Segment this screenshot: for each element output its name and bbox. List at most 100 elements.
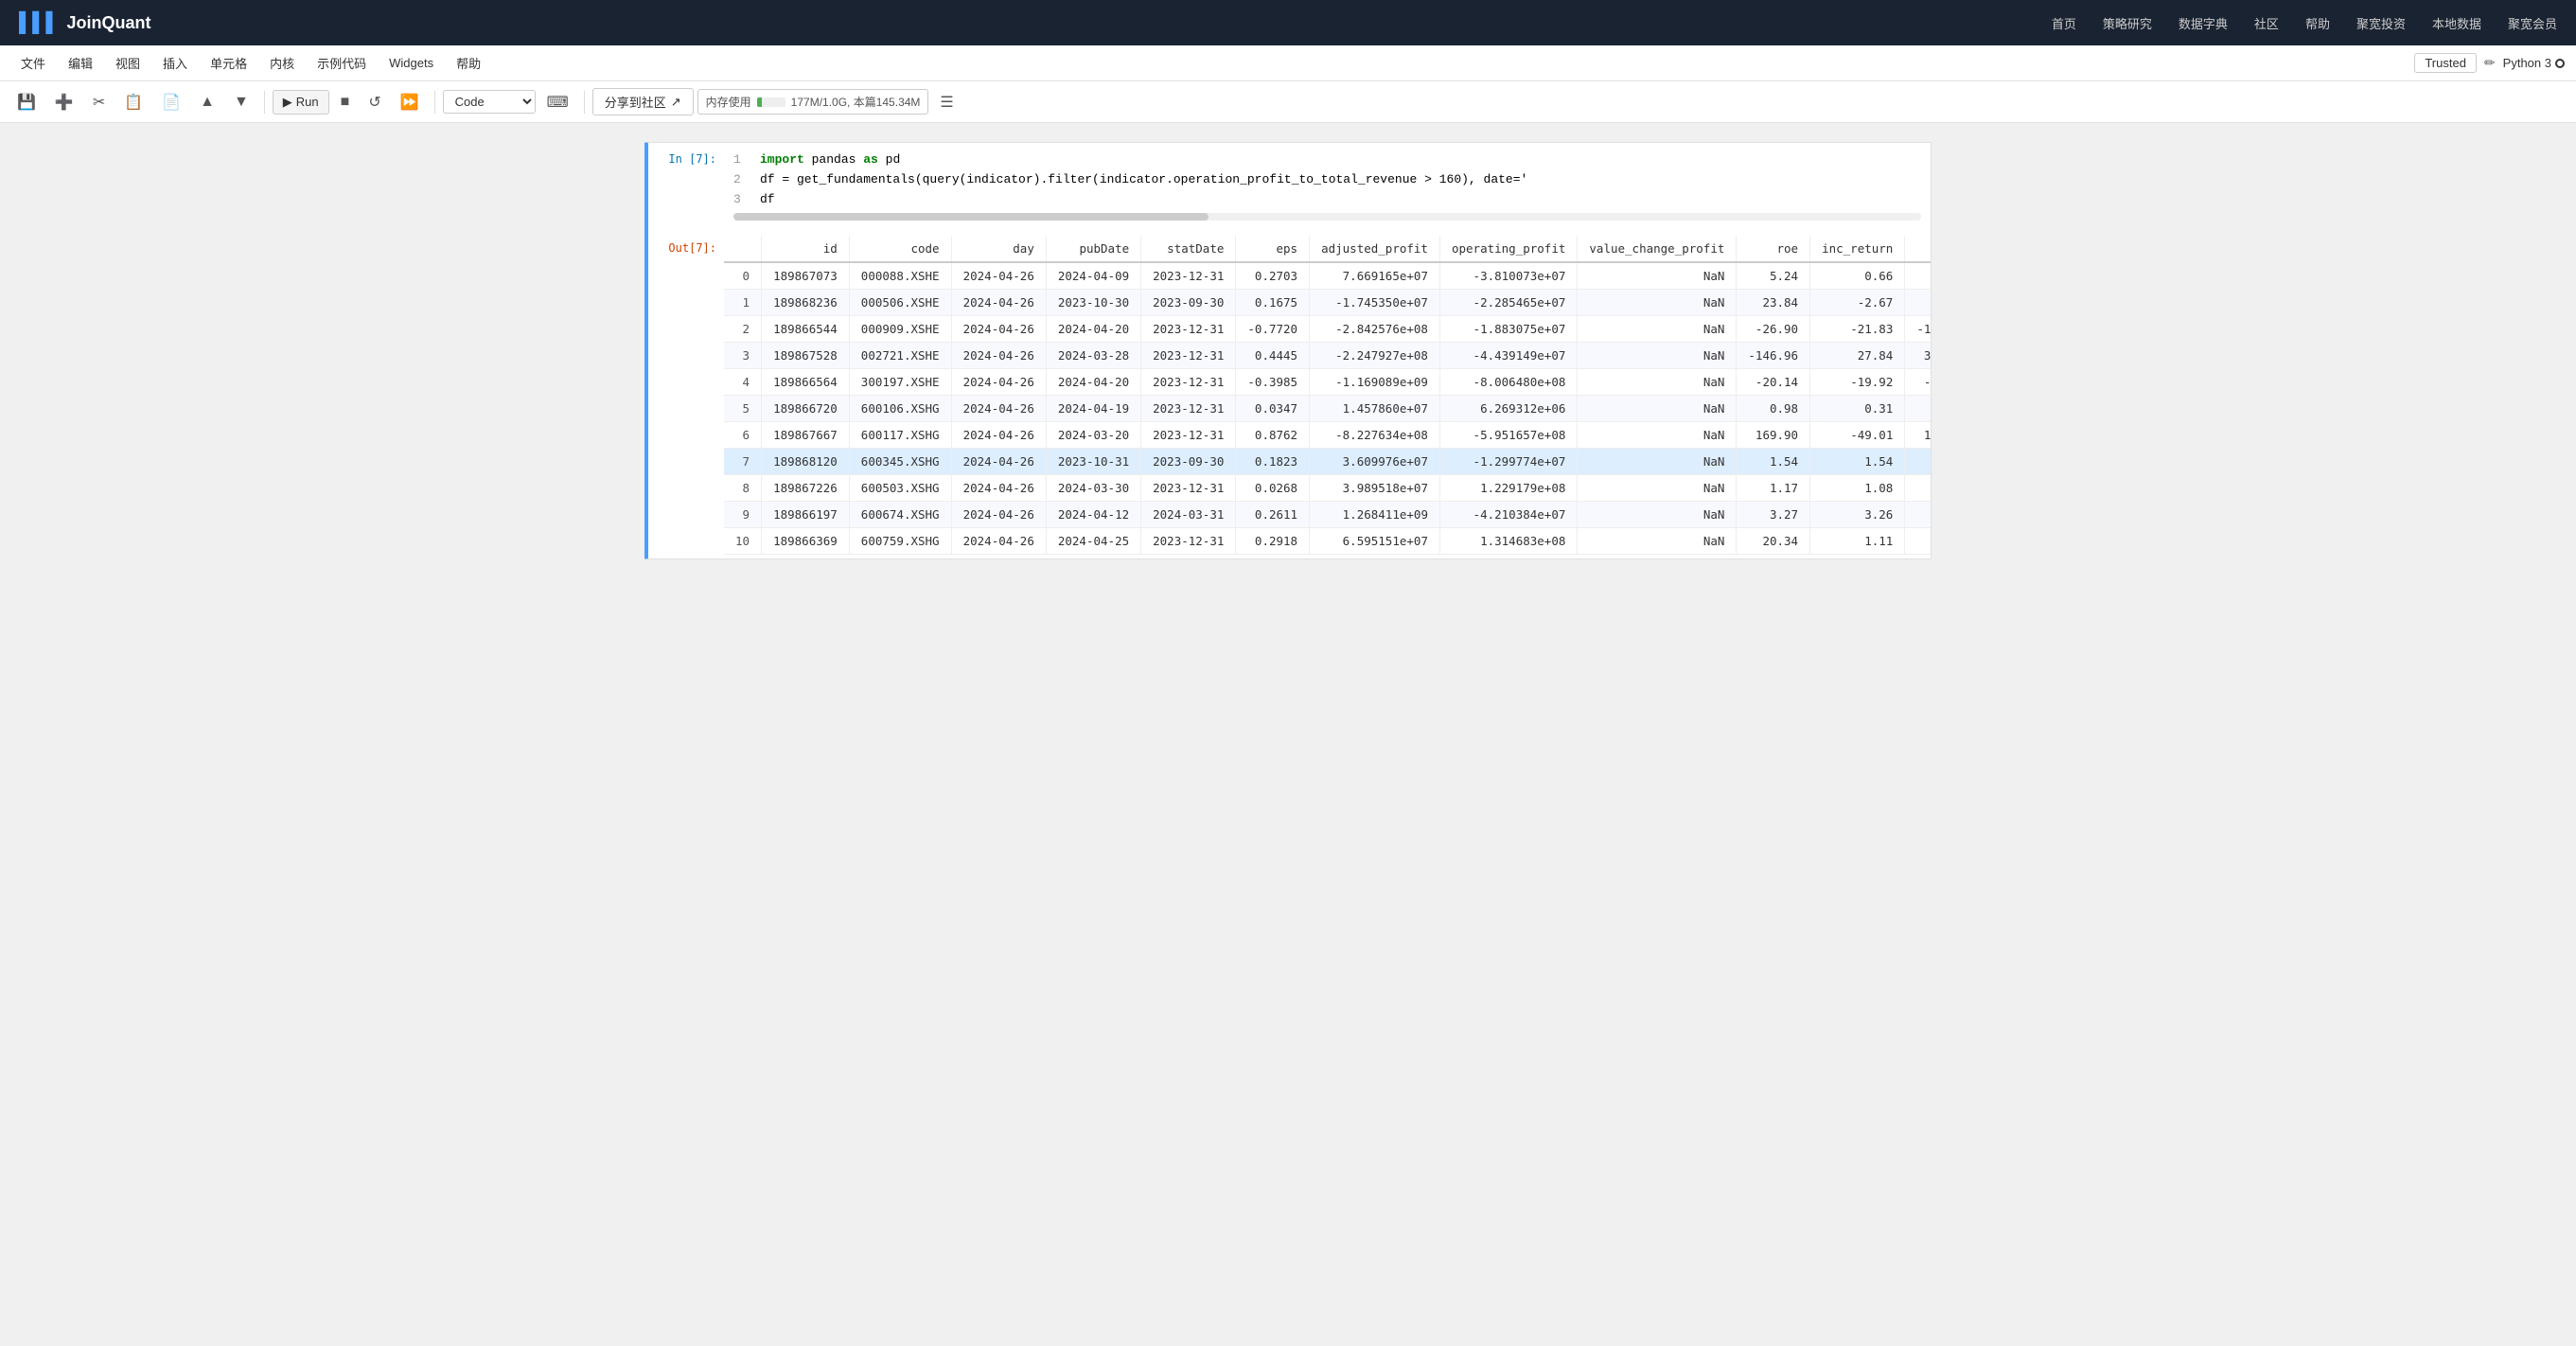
code-scroll-bar[interactable] (733, 213, 1921, 221)
add-cell-button[interactable]: ➕ (47, 89, 81, 115)
table-cell: 2024-04-26 (951, 262, 1046, 290)
cut-button[interactable]: ✂ (85, 89, 113, 115)
table-cell: -1.745350e+07 (1310, 290, 1440, 316)
menu-kernel[interactable]: 内核 (260, 50, 304, 76)
table-row: 6189867667600117.XSHG2024-04-262024-03-2… (724, 422, 1931, 449)
share-button[interactable]: 分享到社区 ↗ (592, 88, 694, 115)
table-cell: -2.285465e+07 (1439, 290, 1577, 316)
table-cell: -0.7720 (1236, 316, 1310, 343)
table-cell: -2.842576e+08 (1310, 316, 1440, 343)
table-cell: 5.24 (1737, 262, 1810, 290)
restart-button[interactable]: ↺ (361, 89, 388, 115)
toolbar-divider-2 (434, 91, 435, 114)
edit-icon[interactable]: ✏ (2484, 55, 2496, 71)
table-cell: 2024-04-09 (1046, 262, 1140, 290)
table-cell: 3.609976e+07 (1310, 449, 1440, 475)
paste-button[interactable]: 📄 (154, 89, 188, 115)
cell-wrapper: In [7]: 1 import pandas as pd (626, 142, 1950, 559)
table-cell: 189866564 (762, 369, 850, 396)
kernel-name: Python 3 (2503, 56, 2551, 70)
table-cell: 20.34 (1737, 528, 1810, 555)
col-header-index (724, 236, 762, 262)
menu-cell[interactable]: 单元格 (201, 50, 256, 76)
nav-local-data[interactable]: 本地数据 (2432, 14, 2481, 32)
logo[interactable]: ▌▌▌ JoinQuant (19, 12, 151, 34)
table-cell: 002721.XSHE (849, 343, 951, 369)
table-cell: 6.269312e+06 (1439, 396, 1577, 422)
table-cell: -21.83 (1810, 316, 1905, 343)
nav-home[interactable]: 首页 (2052, 14, 2076, 32)
cell-input-row: In [7]: 1 import pandas as pd (648, 143, 1931, 232)
table-cell: -20.14 (1737, 369, 1810, 396)
table-cell: 8 (724, 475, 762, 502)
table-cell: NaN (1578, 316, 1737, 343)
settings-button[interactable]: ☰ (932, 89, 961, 115)
table-cell: 189866544 (762, 316, 850, 343)
table-cell: -4.439149e+07 (1439, 343, 1577, 369)
col-header-day: day (951, 236, 1046, 262)
menu-view[interactable]: 视图 (106, 50, 150, 76)
table-header-row: id code day pubDate statDate eps adjuste… (724, 236, 1931, 262)
table-cell: -49.01 (1810, 422, 1905, 449)
fast-forward-button[interactable]: ⏩ (393, 89, 427, 115)
nav-help[interactable]: 帮助 (2305, 14, 2330, 32)
table-cell: 2024-04-26 (951, 369, 1046, 396)
nav-strategy[interactable]: 策略研究 (2103, 14, 2152, 32)
line-num-2: 2 (733, 170, 752, 190)
menu-help[interactable]: 帮助 (447, 50, 490, 76)
keyword-import: import (760, 152, 804, 167)
run-button[interactable]: ▶ Run (273, 90, 329, 115)
table-cell: 0.0268 (1236, 475, 1310, 502)
nav-community[interactable]: 社区 (2254, 14, 2279, 32)
table-cell: NaN (1578, 396, 1737, 422)
table-cell: 000506.XSHE (849, 290, 951, 316)
move-down-button[interactable]: ▼ (226, 90, 256, 115)
table-cell: NaN (1578, 290, 1737, 316)
table-cell: 0.1675 (1236, 290, 1310, 316)
table-cell: -3.810073e+07 (1439, 262, 1577, 290)
mem-usage[interactable]: 内存使用 177M/1.0G, 本篇145.34M (697, 89, 929, 115)
line-num-3: 3 (733, 190, 752, 210)
menu-file[interactable]: 文件 (11, 50, 55, 76)
code-text-1a: pandas (812, 152, 864, 167)
table-cell: 1.229179e+08 (1439, 475, 1577, 502)
cell-in-prompt: In [7]: (648, 143, 724, 175)
save-button[interactable]: 💾 (9, 89, 44, 115)
copy-button[interactable]: 📋 (116, 89, 150, 115)
dataframe-table: id code day pubDate statDate eps adjuste… (724, 236, 1931, 555)
nav-data-dict[interactable]: 数据字典 (2179, 14, 2228, 32)
table-cell: 6.595151e+07 (1310, 528, 1440, 555)
menu-widgets[interactable]: Widgets (379, 52, 443, 74)
cell-input[interactable]: 1 import pandas as pd 2 df = get_fundame… (724, 143, 1931, 232)
table-cell: 2024-04-26 (951, 475, 1046, 502)
move-up-button[interactable]: ▲ (192, 90, 222, 115)
output-content[interactable]: id code day pubDate statDate eps adjuste… (724, 232, 1931, 558)
table-cell: 2024-04-26 (951, 528, 1046, 555)
cell-type-select[interactable]: Code Markdown Raw (443, 90, 536, 114)
menu-examples[interactable]: 示例代码 (308, 50, 376, 76)
table-cell: 23.84 (1737, 290, 1810, 316)
nav-invest[interactable]: 聚宽投资 (2356, 14, 2406, 32)
table-cell: 1.17 (1737, 475, 1810, 502)
nav-member[interactable]: 聚宽会员 (2508, 14, 2557, 32)
col-header-code: code (849, 236, 951, 262)
mem-bar-fill (757, 97, 762, 107)
kernel-status-icon (2555, 59, 2565, 68)
table-cell: -0.3985 (1236, 369, 1310, 396)
table-cell: 5 (724, 396, 762, 422)
toolbar-divider-3 (584, 91, 585, 114)
menu-insert[interactable]: 插入 (153, 50, 197, 76)
cell-output-row: Out[7]: id code day pubDate statDate ep (648, 232, 1931, 558)
table-cell: 35.44 (1905, 343, 1931, 369)
table-cell: -1.299774e+07 (1439, 449, 1577, 475)
table-cell: 2023-12-31 (1141, 316, 1236, 343)
table-cell: 7.669165e+07 (1310, 262, 1440, 290)
table-row: 4189866564300197.XSHE2024-04-262024-04-2… (724, 369, 1931, 396)
table-cell: NaN (1578, 502, 1737, 528)
keyboard-button[interactable]: ⌨ (539, 89, 576, 115)
stop-button[interactable]: ■ (333, 90, 358, 115)
table-cell: 2024-03-28 (1046, 343, 1140, 369)
table-cell: 3.21 (1905, 262, 1931, 290)
table-cell: 2024-04-26 (951, 290, 1046, 316)
menu-edit[interactable]: 编辑 (59, 50, 102, 76)
